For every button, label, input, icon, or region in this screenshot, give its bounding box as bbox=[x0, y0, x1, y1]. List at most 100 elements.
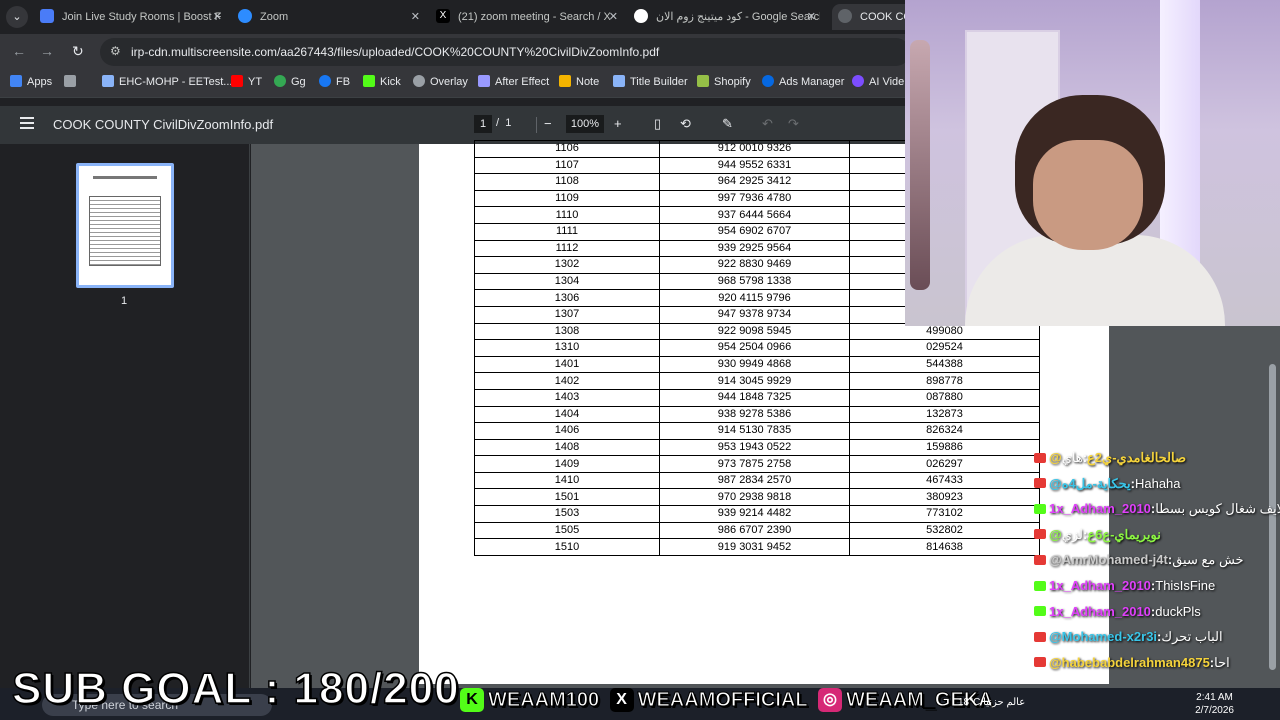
toolbar-divider bbox=[536, 117, 537, 133]
annotate-icon[interactable]: ✎ bbox=[722, 116, 733, 132]
passcode-cell: 467433 bbox=[849, 471, 1040, 490]
url-text[interactable]: irp-cdn.multiscreensite.com/aa267443/fil… bbox=[131, 45, 659, 59]
meeting-id-cell: 938 9278 5386 bbox=[659, 405, 850, 424]
meeting-id-cell: 953 1943 0522 bbox=[659, 438, 850, 457]
chat-text: ThisIsFine bbox=[1155, 578, 1216, 593]
page-number-input[interactable]: 1 bbox=[474, 115, 492, 133]
tab-zoom[interactable]: Zoom ✕ bbox=[238, 4, 424, 30]
stream-chat: @صالحالغامدي-ي2ع:هاي @يحكاية-مل4ه:Hahaha 1… bbox=[1034, 430, 1280, 700]
passcode-cell: 826324 bbox=[849, 422, 1040, 440]
close-icon[interactable]: ✕ bbox=[609, 4, 618, 30]
back-arrow-icon[interactable]: ← bbox=[12, 43, 26, 59]
room-cell: 1112 bbox=[474, 239, 660, 258]
rotate-icon[interactable]: ⟲ bbox=[680, 116, 691, 132]
passcode-cell: 159886 bbox=[849, 438, 1040, 457]
reload-icon[interactable]: ↻ bbox=[72, 43, 84, 60]
room-cell: 1403 bbox=[474, 388, 660, 407]
tab-x-search[interactable]: X (21) zoom meeting - Search / X ✕ bbox=[436, 4, 622, 30]
bookmark-shopify[interactable]: Shopify bbox=[697, 75, 751, 88]
room-cell: 1408 bbox=[474, 438, 660, 457]
meeting-id-cell: 947 9378 9734 bbox=[659, 305, 850, 324]
youtube-icon bbox=[1034, 529, 1046, 540]
meeting-id-cell: 919 3031 9452 bbox=[659, 538, 850, 556]
table-row: 1406 914 5130 7835 826324 bbox=[474, 422, 1040, 440]
chat-message: @Mohamed-x2r3i:الباب تحرك bbox=[1034, 629, 1223, 649]
passcode-cell: 087880 bbox=[849, 388, 1040, 407]
bookmark-title-builder[interactable]: Title Builder bbox=[613, 75, 688, 88]
site-info-icon[interactable]: ⚙ bbox=[110, 44, 124, 58]
bookmark-overlay[interactable]: Overlay bbox=[413, 75, 468, 88]
chat-message: 1x_Adham_2010:ThisIsFine bbox=[1034, 578, 1215, 598]
bookmark-ai-video[interactable]: AI Vide bbox=[852, 75, 904, 88]
grid-icon bbox=[64, 75, 76, 88]
x-handle: WEAAMOFFICIAL bbox=[637, 688, 808, 711]
tab-google-search[interactable]: كود ميتينج زوم الان - Google Search ✕ bbox=[634, 4, 820, 30]
forward-arrow-icon[interactable]: → bbox=[40, 43, 54, 59]
room-cell: 1310 bbox=[474, 339, 660, 357]
ai-video-icon bbox=[852, 75, 864, 88]
apps-grid-icon bbox=[10, 75, 22, 88]
chat-text: لزي bbox=[1061, 526, 1083, 542]
zoom-out-icon[interactable]: − bbox=[544, 116, 552, 131]
meeting-id-cell: 939 2925 9564 bbox=[659, 239, 850, 258]
chat-username: @يحكاية-مل4ه bbox=[1049, 475, 1131, 491]
youtube-icon bbox=[1034, 657, 1046, 668]
fit-page-icon[interactable]: ▯ bbox=[654, 116, 661, 132]
room-cell: 1501 bbox=[474, 488, 660, 507]
room-cell: 1308 bbox=[474, 322, 660, 341]
zoom-icon bbox=[238, 9, 252, 24]
youtube-icon bbox=[1034, 478, 1046, 489]
undo-icon[interactable]: ↶ bbox=[762, 116, 773, 132]
chat-username: 1x_Adham_2010 bbox=[1049, 578, 1151, 593]
meeting-id-cell: 954 6902 6707 bbox=[659, 222, 850, 241]
bookmark-ads-manager[interactable]: Ads Manager bbox=[762, 75, 844, 88]
bookmark-apps[interactable]: Apps bbox=[10, 75, 52, 88]
meeting-id-cell: 920 4115 9796 bbox=[659, 289, 850, 307]
zoom-in-icon[interactable]: + bbox=[614, 116, 622, 131]
meeting-id-cell: 922 8830 9469 bbox=[659, 256, 850, 274]
room-cell: 1106 bbox=[474, 140, 660, 158]
meeting-id-cell: 914 3045 9929 bbox=[659, 372, 850, 390]
room-cell: 1406 bbox=[474, 422, 660, 440]
weather-widget[interactable]: 18°C عالم حزنيا bbox=[958, 697, 1025, 708]
bookmark-yt[interactable]: YT bbox=[231, 75, 262, 88]
bookmark-fb[interactable]: FB bbox=[319, 75, 350, 88]
kick-handle: WEAAM100 bbox=[487, 688, 600, 711]
close-icon[interactable]: ✕ bbox=[213, 4, 222, 30]
bookmark-grid[interactable] bbox=[64, 75, 81, 88]
passcode-cell: 026297 bbox=[849, 455, 1040, 473]
close-icon[interactable]: ✕ bbox=[807, 4, 816, 30]
bookmark-after-effect[interactable]: After Effect bbox=[478, 75, 549, 88]
kick-icon: K bbox=[460, 688, 484, 712]
meeting-id-cell: 937 6444 5664 bbox=[659, 206, 850, 224]
room-cell: 1410 bbox=[474, 471, 660, 490]
close-icon[interactable]: ✕ bbox=[411, 4, 420, 30]
passcode-cell: 029524 bbox=[849, 339, 1040, 357]
bookmark-kick[interactable]: Kick bbox=[363, 75, 401, 88]
bookmark-note[interactable]: Note bbox=[559, 75, 599, 88]
tab-title: Join Live Study Rooms | Boost F bbox=[62, 11, 222, 23]
table-row: 1503 939 9214 4482 773102 bbox=[474, 505, 1040, 523]
page-total: / 1 bbox=[496, 117, 512, 129]
table-row: 1403 944 1848 7325 087880 bbox=[474, 388, 1040, 407]
google-icon bbox=[634, 9, 648, 24]
tab-study-rooms[interactable]: Join Live Study Rooms | Boost F ✕ bbox=[40, 4, 226, 30]
tab-search-button[interactable]: ⌄ bbox=[6, 6, 28, 28]
bookmark-ehc[interactable]: EHC-MOHP - EETest... bbox=[102, 75, 232, 88]
title-builder-icon bbox=[613, 75, 625, 88]
redo-icon[interactable]: ↷ bbox=[788, 116, 799, 132]
meeting-id-cell: 997 7936 4780 bbox=[659, 189, 850, 208]
menu-icon[interactable] bbox=[20, 117, 34, 132]
bookmark-gg[interactable]: Gg bbox=[274, 75, 306, 88]
google-icon bbox=[274, 75, 286, 88]
x-icon: X bbox=[609, 688, 634, 712]
sub-goal-overlay: SUB GOAL : 180/200 bbox=[11, 663, 460, 714]
table-row: 1402 914 3045 9929 898778 bbox=[474, 372, 1040, 390]
chat-message: @habebabdelrahman4875:احا bbox=[1034, 655, 1230, 675]
tab-title: Zoom bbox=[260, 11, 289, 23]
meeting-id-cell: 939 9214 4482 bbox=[659, 505, 850, 523]
taskbar-clock[interactable]: 2:41 AM 2/7/2026 bbox=[1195, 691, 1234, 717]
page-thumbnail[interactable] bbox=[76, 163, 174, 288]
zoom-level-input[interactable]: 100% bbox=[566, 115, 604, 133]
address-bar[interactable]: ⚙ irp-cdn.multiscreensite.com/aa267443/f… bbox=[100, 38, 910, 66]
